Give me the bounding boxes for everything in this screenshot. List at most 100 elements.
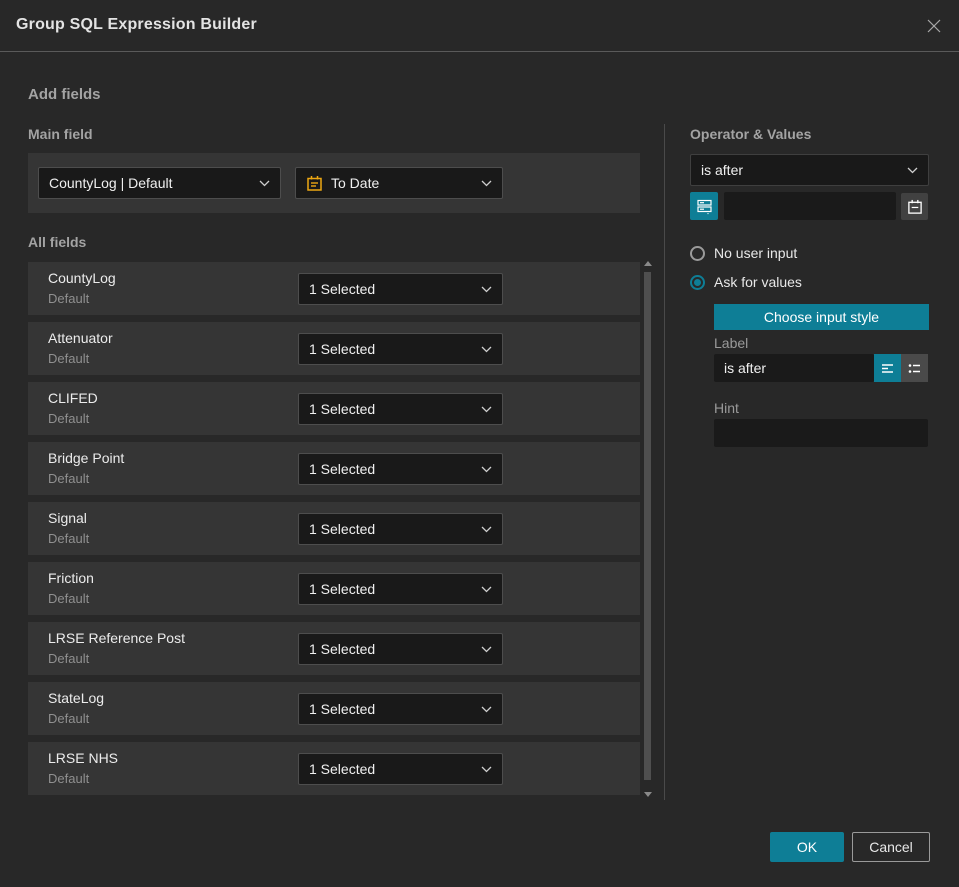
radio-ask-for-values[interactable]: Ask for values [690,274,802,290]
panel-divider [664,124,665,800]
field-default-label: Default [48,771,90,786]
field-default-label: Default [48,471,90,486]
chevron-down-icon [481,766,492,773]
radio-circle-checked-icon [690,274,705,290]
field-row: LRSE Reference Post Default 1 Selected [28,622,640,675]
chevron-down-icon [481,346,492,353]
field-row: CountyLog Default 1 Selected [28,262,640,315]
field-values-selected-count: 1 Selected [309,341,376,357]
field-default-label: Default [48,411,90,426]
input-type-stack-icon [696,199,712,214]
field-row: Bridge Point Default 1 Selected [28,442,640,495]
main-field-heading: Main field [28,126,93,142]
calendar-icon [306,175,323,192]
main-field-select[interactable]: CountyLog | Default [38,167,281,199]
field-default-label: Default [48,651,90,666]
chevron-down-icon [481,286,492,293]
all-fields-heading: All fields [28,234,87,250]
field-values-selected-count: 1 Selected [309,581,376,597]
list-scrollbar[interactable] [643,258,652,800]
main-field-select-value: CountyLog | Default [49,175,173,191]
add-fields-heading: Add fields [28,86,101,103]
field-values-select[interactable]: 1 Selected [298,633,503,665]
date-picker-button[interactable] [901,193,928,220]
chevron-down-icon [481,646,492,653]
field-row: Friction Default 1 Selected [28,562,640,615]
operator-select[interactable]: is after [690,154,929,186]
cancel-button[interactable]: Cancel [852,832,930,862]
close-button[interactable] [923,15,945,37]
chevron-down-icon [481,180,492,187]
label-field-label: Label [714,335,749,351]
field-name: LRSE Reference Post [48,630,185,646]
field-name: Attenuator [48,330,113,346]
field-default-label: Default [48,711,90,726]
value-input[interactable] [724,192,896,220]
field-row: LRSE NHS Default 1 Selected [28,742,640,795]
main-field-date-select-value: To Date [331,175,380,191]
field-name: CountyLog [48,270,116,286]
field-values-selected-count: 1 Selected [309,641,376,657]
field-values-select[interactable]: 1 Selected [298,273,503,305]
choose-input-style-button[interactable]: Choose input style [714,304,929,330]
ok-button[interactable]: OK [770,832,844,862]
field-name: StateLog [48,690,105,706]
field-name: Friction [48,570,94,586]
hint-field-label: Hint [714,400,739,416]
field-name: Bridge Point [48,450,125,466]
field-row: Attenuator Default 1 Selected [28,322,640,375]
field-values-select[interactable]: 1 Selected [298,333,503,365]
chevron-down-icon [481,586,492,593]
chevron-down-icon [259,180,270,187]
field-values-select[interactable]: 1 Selected [298,393,503,425]
list-style-button[interactable] [901,354,928,382]
field-name: Signal [48,510,87,526]
field-values-selected-count: 1 Selected [309,521,376,537]
chevron-down-icon [481,406,492,413]
field-row: CLIFED Default 1 Selected [28,382,640,435]
operator-select-value: is after [701,162,744,178]
field-values-selected-count: 1 Selected [309,401,376,417]
chevron-down-icon [481,526,492,533]
field-name: LRSE NHS [48,750,119,766]
chevron-down-icon [907,167,918,174]
field-values-selected-count: 1 Selected [309,281,376,297]
dialog-header: Group SQL Expression Builder [0,0,959,52]
field-default-label: Default [48,291,90,306]
scrollbar-up-arrow-icon[interactable] [643,258,652,268]
hint-input[interactable] [714,419,928,447]
field-values-select[interactable]: 1 Selected [298,513,503,545]
field-values-select[interactable]: 1 Selected [298,693,503,725]
radio-ask-for-values-label: Ask for values [714,274,802,290]
scrollbar-thumb[interactable] [644,272,651,780]
chevron-down-icon [481,466,492,473]
field-row: Signal Default 1 Selected [28,502,640,555]
field-default-label: Default [48,351,90,366]
dialog-title: Group SQL Expression Builder [16,16,257,33]
field-values-selected-count: 1 Selected [309,701,376,717]
label-input[interactable] [714,354,874,382]
field-values-select[interactable]: 1 Selected [298,453,503,485]
align-left-icon [882,363,893,373]
operator-values-heading: Operator & Values [690,126,812,142]
radio-no-user-input[interactable]: No user input [690,245,797,261]
field-values-select[interactable]: 1 Selected [298,753,503,785]
field-row: StateLog Default 1 Selected [28,682,640,735]
group-sql-expression-builder-dialog: Group SQL Expression Builder Add fields … [0,0,959,887]
single-value-style-button[interactable] [874,354,901,382]
field-values-selected-count: 1 Selected [309,761,376,777]
calendar-icon [907,199,922,214]
field-default-label: Default [48,591,90,606]
main-field-date-select[interactable]: To Date [295,167,503,199]
main-field-panel: CountyLog | Default To Date [28,153,640,213]
field-values-select[interactable]: 1 Selected [298,573,503,605]
chevron-down-icon [481,706,492,713]
field-default-label: Default [48,531,90,546]
input-type-button[interactable] [690,192,718,220]
radio-no-user-input-label: No user input [714,245,798,261]
field-name: CLIFED [48,390,98,406]
scrollbar-down-arrow-icon[interactable] [643,790,652,800]
bullet-list-icon [908,363,920,373]
radio-circle-icon [690,245,705,261]
all-fields-list: CountyLog Default 1 Selected Attenuator … [28,262,640,802]
